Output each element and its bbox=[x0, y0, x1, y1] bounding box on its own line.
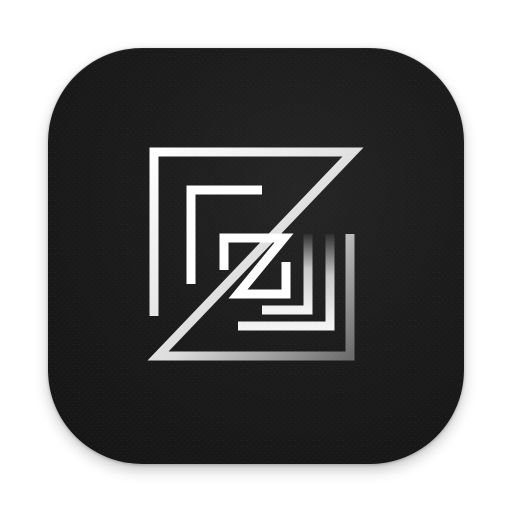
icon-canvas bbox=[0, 0, 512, 512]
maze-z-logo-icon bbox=[147, 147, 364, 361]
inner-z-path bbox=[219, 233, 294, 299]
app-icon[interactable] bbox=[48, 48, 464, 464]
